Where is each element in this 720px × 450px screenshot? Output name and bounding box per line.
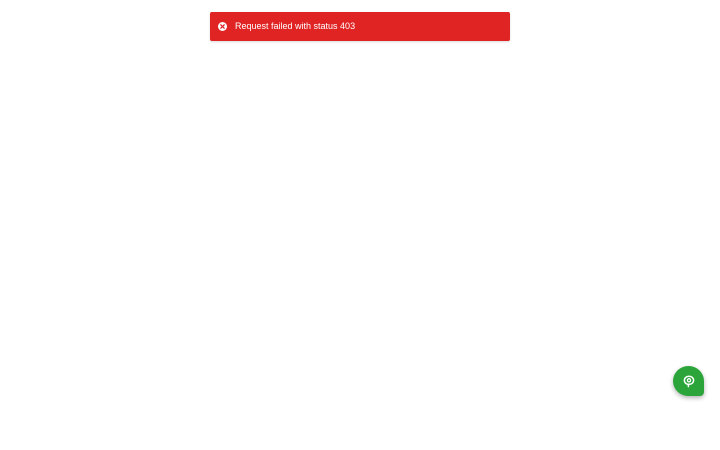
error-toast[interactable]: Request failed with status 403: [210, 12, 510, 41]
error-circle-x-icon: [218, 22, 227, 31]
chat-launcher-button[interactable]: [673, 366, 704, 396]
toast-message: Request failed with status 403: [235, 21, 356, 31]
chat-bubble-icon: [683, 374, 695, 388]
page: Request failed with status 403: [0, 0, 720, 450]
